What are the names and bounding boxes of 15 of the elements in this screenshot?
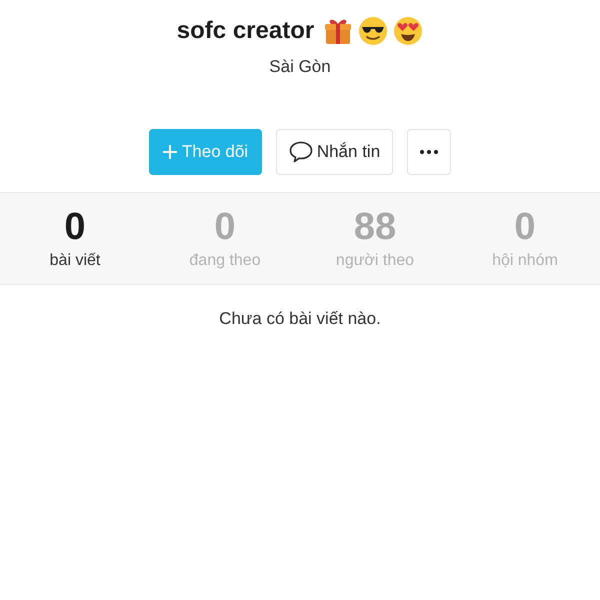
empty-message: Chưa có bài viết nào. xyxy=(219,308,381,330)
stat-tab[interactable]: 0 hội nhóm xyxy=(450,193,600,284)
message-button[interactable]: Nhắn tin xyxy=(276,129,393,175)
more-button[interactable] xyxy=(407,129,451,175)
speech-bubble-icon xyxy=(288,141,313,163)
follow-button[interactable]: Theo dõi xyxy=(149,129,262,175)
stat-tab[interactable]: 0 đang theo xyxy=(150,193,300,284)
profile-location: Sài Gòn xyxy=(269,56,331,78)
plus-icon xyxy=(162,145,177,159)
stat-tab[interactable]: 0 bài viết xyxy=(0,193,150,284)
more-icon xyxy=(420,150,438,154)
stat-tab[interactable]: 88 người theo xyxy=(300,193,450,284)
sunglasses-face-icon xyxy=(358,16,388,46)
heart-eyes-face-icon xyxy=(393,16,424,46)
profile-name: sofc creator xyxy=(176,16,314,46)
